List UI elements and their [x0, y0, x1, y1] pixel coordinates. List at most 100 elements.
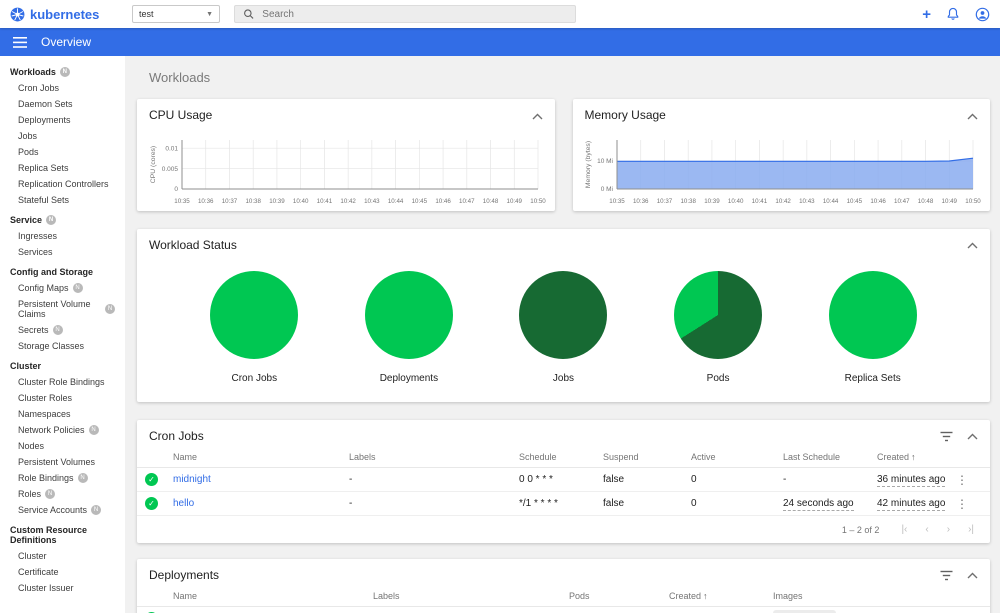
column-header-name[interactable]: Name	[173, 591, 373, 601]
prev-page-icon[interactable]: ‹	[925, 524, 928, 535]
sidebar-group-cluster[interactable]: Cluster	[0, 358, 125, 374]
sidebar-item-services[interactable]: Services	[0, 244, 125, 260]
namespaced-badge: N	[59, 67, 70, 77]
cronjob-link[interactable]: hello	[173, 498, 194, 509]
sidebar-item-config-maps[interactable]: Config Maps N	[0, 280, 125, 296]
sidebar-item-role-bindings[interactable]: Role Bindings N	[0, 470, 125, 486]
sidebar-item-nodes[interactable]: Nodes	[0, 438, 125, 454]
account-button[interactable]	[975, 7, 990, 22]
cronjob-link[interactable]: midnight	[173, 474, 211, 485]
x-tick-label: 10:35	[174, 198, 190, 205]
donut-chart[interactable]	[364, 271, 453, 359]
column-header-label: Images	[773, 590, 803, 601]
sidebar-item-replication-controllers[interactable]: Replication Controllers	[0, 176, 125, 192]
menu-cell: ⋮	[956, 497, 982, 511]
sidebar-item-cluster-role-bindings[interactable]: Cluster Role Bindings	[0, 374, 125, 390]
column-header-last-schedule[interactable]: Last Schedule	[783, 452, 877, 462]
global-search[interactable]	[234, 5, 576, 23]
notifications-button[interactable]	[946, 7, 960, 21]
filter-button[interactable]	[940, 431, 953, 442]
sidebar-item-persistent-volumes[interactable]: Persistent Volumes	[0, 454, 125, 470]
sidebar-item-network-policies[interactable]: Network Policies N	[0, 422, 125, 438]
column-header-label: Created	[669, 590, 702, 601]
card-title: CPU Usage	[149, 108, 213, 122]
column-header-name[interactable]: Name	[173, 452, 349, 462]
sidebar-group-custom-resource-definitions[interactable]: Custom Resource Definitions	[0, 522, 125, 548]
sidebar-item-ingresses[interactable]: Ingresses	[0, 228, 125, 244]
sidebar-item-label: Service Accounts	[18, 505, 88, 515]
x-tick-label: 10:43	[799, 198, 815, 205]
collapse-card-button[interactable]	[967, 433, 978, 440]
sidebar-group-workloads[interactable]: Workloads N	[0, 64, 125, 80]
column-header-images[interactable]: Images	[773, 591, 956, 601]
cronjob-suspend: false	[603, 474, 625, 485]
x-tick-label: 10:49	[506, 198, 522, 205]
create-resource-button[interactable]: +	[922, 7, 931, 22]
column-header-label: Pods	[569, 590, 590, 601]
memory-usage-card: Memory Usage 10 Mi 0 Mi 10:35 10:36 10:37 10:…	[572, 99, 990, 211]
sidebar-item-label: Ingresses	[18, 231, 58, 241]
sidebar-item-namespaces[interactable]: Namespaces	[0, 406, 125, 422]
namespaced-badge: N	[52, 325, 63, 335]
sidebar-item-persistent-volume-claims[interactable]: Persistent Volume Claims N	[0, 296, 125, 322]
column-header-active[interactable]: Active	[691, 452, 783, 462]
collapse-card-button[interactable]	[967, 242, 978, 249]
sidebar-group-service[interactable]: Service N	[0, 212, 125, 228]
cronjob-schedule: */1 * * * *	[519, 498, 558, 509]
sidebar-item-roles[interactable]: Roles N	[0, 486, 125, 502]
next-page-icon[interactable]: ›	[947, 524, 950, 535]
sidebar-item-cluster-issuer[interactable]: Cluster Issuer	[0, 580, 125, 596]
donut-chart[interactable]	[828, 271, 917, 359]
column-header-pods[interactable]: Pods	[569, 591, 669, 601]
column-header-schedule[interactable]: Schedule	[519, 452, 603, 462]
sidebar-item-replica-sets[interactable]: Replica Sets	[0, 160, 125, 176]
usage-charts-row: CPU Usage 0.01 0.005 0 10:35 10:36 10:37 10:38…	[137, 99, 990, 211]
namespace-selector[interactable]: test ▼	[132, 5, 220, 23]
collapse-card-button[interactable]	[532, 111, 543, 120]
search-input[interactable]	[262, 8, 567, 20]
row-menu-button[interactable]: ⋮	[956, 473, 968, 487]
sidebar-item-jobs[interactable]: Jobs	[0, 128, 125, 144]
sidebar-item-service-accounts[interactable]: Service Accounts N	[0, 502, 125, 518]
last-page-icon[interactable]: ›|	[968, 524, 974, 535]
x-tick-label: 10:41	[316, 198, 332, 205]
row-menu-button[interactable]: ⋮	[956, 497, 968, 511]
sidebar-item-label: Cluster Role Bindings	[18, 377, 105, 387]
column-header-created[interactable]: Created ↑	[877, 452, 956, 462]
donut-chart[interactable]	[674, 271, 763, 359]
collapse-card-button[interactable]	[967, 572, 978, 579]
sidebar-item-certificate[interactable]: Certificate	[0, 564, 125, 580]
deployments-table-header: Name Labels Pods Created ↑ Images	[137, 585, 990, 607]
donut-chart[interactable]	[519, 271, 608, 359]
filter-button[interactable]	[940, 570, 953, 581]
column-header-labels[interactable]: Labels	[373, 591, 569, 601]
namespaced-badge: N	[46, 215, 57, 225]
column-header-labels[interactable]: Labels	[349, 452, 519, 462]
hamburger-menu-icon[interactable]	[13, 36, 27, 48]
collapse-card-button[interactable]	[967, 111, 978, 120]
donut-row: Cron Jobs Deployments Jobs Pods Replica Sets	[137, 255, 990, 402]
sidebar-item-cluster-roles[interactable]: Cluster Roles	[0, 390, 125, 406]
sidebar-item-stateful-sets[interactable]: Stateful Sets	[0, 192, 125, 208]
chevron-up-icon	[967, 113, 978, 119]
x-tick-label: 10:43	[364, 198, 380, 205]
sidebar-item-daemon-sets[interactable]: Daemon Sets	[0, 96, 125, 112]
user-account-icon	[975, 7, 990, 21]
sidebar-item-pods[interactable]: Pods	[0, 144, 125, 160]
sidebar-item-deployments[interactable]: Deployments	[0, 112, 125, 128]
donut-chart[interactable]	[210, 271, 299, 359]
column-header-created[interactable]: Created ↑	[669, 591, 773, 601]
sidebar-item-secrets[interactable]: Secrets N	[0, 322, 125, 338]
x-tick-label: 10:45	[847, 198, 863, 205]
sidebar-item-storage-classes[interactable]: Storage Classes	[0, 338, 125, 354]
cronjob-created: 42 minutes ago	[877, 498, 956, 511]
sidebar-item-cluster[interactable]: Cluster	[0, 548, 125, 564]
kubernetes-brand[interactable]: kubernetes	[10, 7, 118, 22]
sort-ascending-icon: ↑	[703, 590, 708, 601]
sidebar-item-cron-jobs[interactable]: Cron Jobs	[0, 80, 125, 96]
status-ok-icon: ✓	[145, 497, 158, 510]
sidebar-group-config-and-storage[interactable]: Config and Storage	[0, 264, 125, 280]
chevron-up-icon	[532, 113, 542, 119]
first-page-icon[interactable]: |‹	[901, 524, 907, 535]
column-header-suspend[interactable]: Suspend	[603, 452, 691, 462]
